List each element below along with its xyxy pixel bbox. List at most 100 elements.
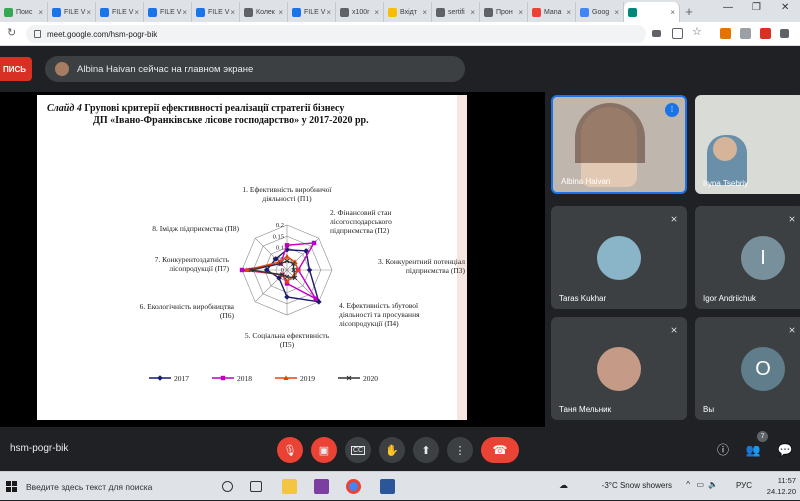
chat-button[interactable]: 💬 [775, 440, 795, 460]
file-explorer-icon[interactable] [282, 479, 297, 494]
radar-chart: 00.050.10.150.21. Ефективність виробничо… [140, 185, 466, 383]
network-icon[interactable]: ▭ [696, 480, 704, 489]
maximize-icon[interactable]: ❐ [752, 2, 761, 13]
participant-tile-albina[interactable]: ⁞ Albina Haivan [551, 95, 687, 194]
radar-axis-label: 8. Імідж підприємства (П8) [152, 224, 239, 233]
avatar [597, 236, 641, 280]
participant-face [713, 137, 737, 161]
task-view-icon[interactable] [222, 481, 233, 492]
widgets-icon[interactable] [250, 481, 262, 492]
presentation-stage: Слайд 4 Групові критерії ефективності ре… [0, 92, 545, 427]
tab-close-icon[interactable]: × [134, 8, 139, 17]
tab-close-icon[interactable]: × [86, 8, 91, 17]
participant-tile-tanya[interactable]: ⨯ Таня Мельник [551, 317, 687, 420]
meet-info-bar: ПИСЬ Albina Haivan сейчас на главном экр… [0, 46, 800, 92]
raise-hand-button[interactable]: ✋ [379, 437, 405, 463]
extensions-puzzle-icon[interactable] [780, 29, 789, 38]
tab-label: FILE V [160, 8, 182, 16]
radar-axis-label: 2. Фінансовий стан лісогосподарського підп… [330, 208, 392, 235]
browser-tab[interactable]: Прон × [480, 2, 528, 22]
browser-tab[interactable]: sertifi × [432, 2, 480, 22]
tab-favicon-icon [4, 7, 13, 17]
captions-button[interactable]: CC [345, 437, 371, 463]
more-options-button[interactable]: ⋮ [447, 437, 473, 463]
browser-tab[interactable]: Колек × [240, 2, 288, 22]
captions-icon: CC [350, 445, 366, 455]
tray-chevron-icon[interactable]: ^ [686, 480, 690, 489]
tab-favicon-icon [292, 7, 301, 17]
tab-close-icon[interactable]: × [470, 8, 475, 17]
tab-close-icon[interactable]: × [518, 8, 523, 17]
store-icon[interactable] [314, 479, 329, 494]
tab-close-icon[interactable]: × [614, 8, 619, 17]
avatar: I [741, 236, 785, 280]
browser-tab[interactable]: FILE V × [96, 2, 144, 22]
clock[interactable]: 11:57 24.12.20 [767, 475, 796, 497]
tab-label: FILE V [64, 8, 86, 16]
word-icon[interactable] [380, 479, 395, 494]
tab-close-icon[interactable]: × [278, 8, 283, 17]
participant-tile-iryna[interactable]: Iryna Tsebriy [695, 95, 800, 194]
tab-favicon-icon [196, 7, 205, 17]
url-text: meet.google.com/hsm-pogr-bik [47, 29, 158, 39]
extension-orange-icon[interactable] [720, 28, 731, 39]
windows-taskbar: Введите здесь текст для поиска ☁ -3°C Sn… [0, 471, 800, 500]
radar-tick-label: 0.15 [273, 233, 284, 240]
close-window-icon[interactable]: ✕ [781, 2, 789, 13]
browser-tab[interactable]: FILE V × [192, 2, 240, 22]
tab-close-icon[interactable]: × [374, 8, 379, 17]
browser-tab[interactable]: FILE V × [48, 2, 96, 22]
camera-toggle-button[interactable]: ▣ [311, 437, 337, 463]
minimize-icon[interactable]: — [723, 2, 733, 13]
bookmark-star-icon[interactable]: ☆ [692, 27, 703, 38]
language-indicator[interactable]: РУС [736, 481, 752, 490]
leave-call-button[interactable]: ☎ [481, 437, 519, 463]
browser-tab[interactable]: Вхідт × [384, 2, 432, 22]
speaking-indicator-icon: ⁞ [665, 103, 679, 117]
extension-gray-icon[interactable] [740, 28, 751, 39]
people-count-badge: 7 [757, 431, 768, 442]
windows-start-icon[interactable] [6, 481, 17, 492]
participant-tile-igor[interactable]: ⨯ I Igor Andriichuk [695, 206, 800, 309]
tab-favicon-icon [484, 7, 493, 17]
tab-favicon-icon [532, 7, 541, 17]
browser-tab[interactable]: Goog × [576, 2, 624, 22]
participant-name: Albina Haivan [561, 177, 611, 186]
mic-off-icon: ⨯ [670, 325, 678, 335]
weather-text[interactable]: -3°C Snow showers [602, 481, 672, 490]
tab-close-icon[interactable]: × [182, 8, 187, 17]
camera-icon[interactable] [652, 30, 661, 37]
meeting-details-button[interactable]: ⓘ [713, 440, 733, 460]
present-button[interactable]: ⬆ [413, 437, 439, 463]
share-icon[interactable] [672, 28, 683, 39]
participant-tile-self[interactable]: ⨯ O Вы [695, 317, 800, 420]
reload-icon[interactable]: ↻ [7, 26, 16, 39]
tab-label: x100r [352, 8, 370, 16]
tab-close-icon[interactable]: × [230, 8, 235, 17]
tab-close-icon[interactable]: × [670, 8, 675, 17]
browser-tab[interactable]: FILE V × [144, 2, 192, 22]
tab-close-icon[interactable]: × [326, 8, 331, 17]
browser-tab[interactable]: Поис × [0, 2, 48, 22]
browser-tab[interactable]: x100r × [336, 2, 384, 22]
browser-tab[interactable]: Mana × [528, 2, 576, 22]
tab-label: Прон [496, 8, 513, 16]
mic-toggle-button[interactable]: 🎙 [277, 437, 303, 463]
tab-close-icon[interactable]: × [38, 8, 43, 17]
volume-icon[interactable]: 🔈 [708, 480, 718, 489]
browser-tab[interactable]: FILE V × [288, 2, 336, 22]
chrome-icon[interactable] [346, 479, 361, 494]
tab-close-icon[interactable]: × [566, 8, 571, 17]
new-tab-button[interactable]: + [680, 2, 698, 22]
recording-button[interactable]: ПИСЬ [0, 57, 32, 81]
address-bar[interactable]: meet.google.com/hsm-pogr-bik [26, 25, 646, 43]
people-button[interactable]: 👥 [743, 440, 763, 460]
phone-hangup-icon: ☎ [492, 443, 508, 457]
camera-off-icon: ▣ [318, 444, 330, 457]
participant-tile-taras[interactable]: ⨯ Taras Kukhar [551, 206, 687, 309]
taskbar-search[interactable]: Введите здесь текст для поиска [0, 472, 205, 501]
browser-tab-active[interactable]: × [624, 2, 680, 22]
tab-close-icon[interactable]: × [422, 8, 427, 17]
radar-axis-label: 7. Конкурентоздатність лісопродукції (П7) [155, 255, 230, 273]
pdf-extension-icon[interactable] [760, 28, 771, 39]
